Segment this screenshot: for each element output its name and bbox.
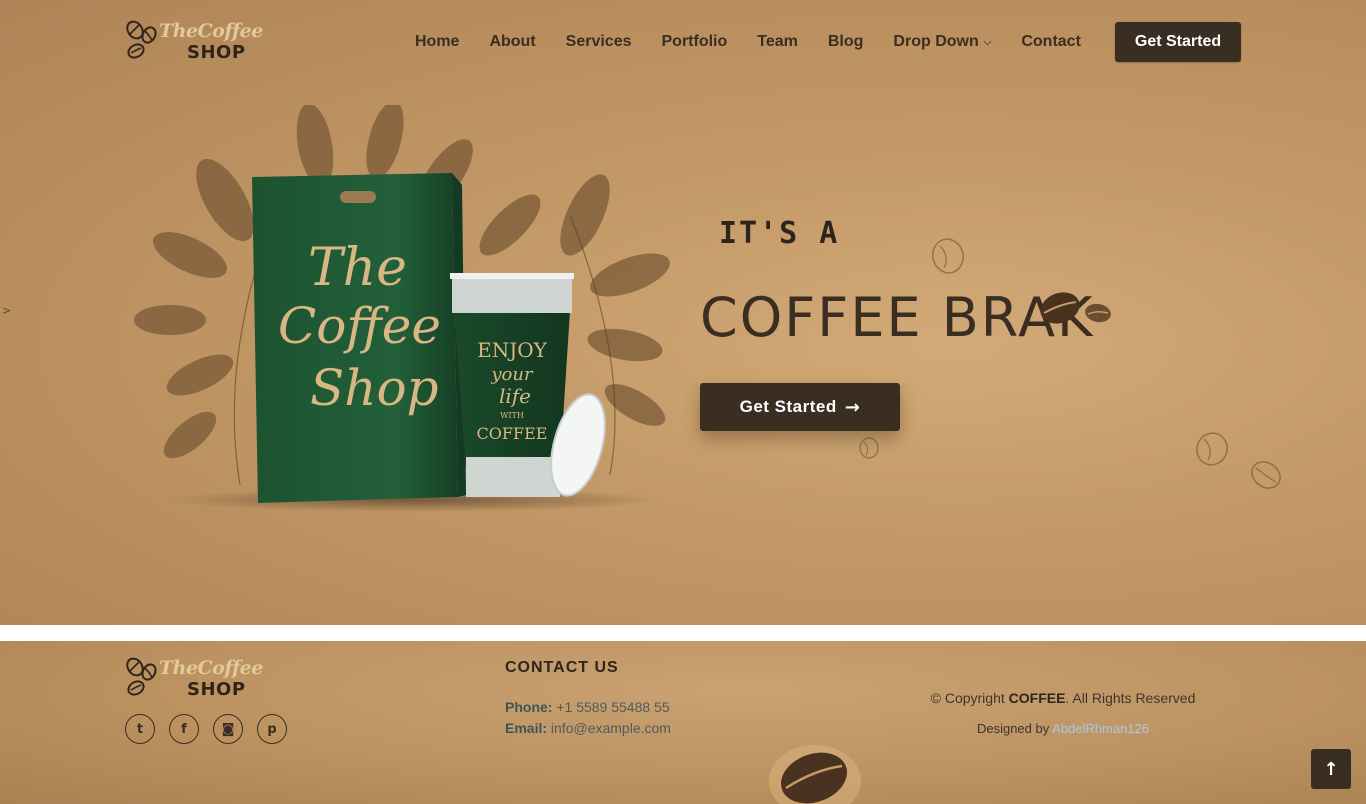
logo-text-top: TheCoffee [159, 20, 263, 42]
footer: TheCoffee SHOP t f ◙ p CONTACT US Phone:… [0, 641, 1366, 804]
main-nav: Home About Services Portfolio Team Blog … [415, 31, 1081, 53]
facebook-icon[interactable]: f [169, 714, 199, 744]
bag-text-shop: Shop [310, 359, 439, 417]
hero-cta-label: Get Started [739, 397, 837, 416]
cup-text-life: life [499, 384, 531, 408]
nav-portfolio[interactable]: Portfolio [662, 33, 728, 51]
logo-text-top: TheCoffee [159, 657, 263, 679]
copyright-prefix: © Copyright [930, 690, 1005, 706]
nav-home[interactable]: Home [415, 33, 459, 51]
bag-text-the: The [308, 238, 407, 298]
phone-value: +1 5589 55488 55 [556, 699, 670, 715]
coffee-bag-cup-illustration: The Coffee Shop ENJOY your life WITH COF… [134, 105, 670, 512]
hero-get-started-button[interactable]: Get Started → [700, 383, 900, 431]
copyright-suffix: . All Rights Reserved [1065, 690, 1196, 706]
nav-team[interactable]: Team [757, 33, 798, 51]
coffee-bean-icon [769, 745, 861, 804]
logo-text-bottom: SHOP [187, 42, 246, 63]
side-marker: > [2, 304, 12, 317]
cup-text-coffee: COFFEE [477, 424, 548, 443]
coffee-bean-icon [1040, 292, 1111, 324]
twitter-icon[interactable]: t [125, 714, 155, 744]
nav-about[interactable]: About [489, 33, 535, 51]
coffee-bean-outline-icon [859, 437, 879, 459]
designer-link[interactable]: AbdelRhman126 [1052, 721, 1149, 736]
hero-section: > TheCoffee SHOP Home About Services Por… [0, 0, 1366, 625]
arrow-right-icon: → [844, 396, 861, 418]
designed-prefix: Designed by [976, 721, 1050, 736]
phone-label: Phone: [505, 699, 553, 715]
nav-dropdown-label: Drop Down [893, 33, 979, 50]
coffee-beans-logo-icon [126, 20, 157, 59]
designed-by: Designed by AbdelRhman126 [930, 721, 1196, 736]
cup-text-with: WITH [500, 411, 524, 420]
scroll-to-top-button[interactable]: ↑ [1311, 749, 1351, 789]
coffee-bean-outline-icon [1196, 432, 1228, 466]
nav-services[interactable]: Services [566, 33, 632, 51]
nav-blog[interactable]: Blog [828, 33, 864, 51]
arrow-up-icon: ↑ [1323, 758, 1339, 780]
coffee-beans-logo-icon [126, 657, 157, 696]
header-get-started-button[interactable]: Get Started [1115, 22, 1241, 62]
social-links: t f ◙ p [125, 714, 301, 744]
coffee-bean-outline-icon [932, 238, 964, 274]
copyright: © Copyright COFFEE. All Rights Reserved [930, 690, 1196, 706]
nav-dropdown[interactable]: Drop Down ⌵ [893, 33, 991, 51]
contact-phone: Phone: +1 5589 55488 55 [505, 699, 670, 715]
header-logo[interactable]: TheCoffee SHOP [125, 20, 265, 70]
logo-text-bottom: SHOP [187, 679, 246, 700]
pinterest-icon[interactable]: p [257, 714, 287, 744]
chevron-down-icon: ⌵ [983, 36, 992, 48]
copyright-brand: COFFEE [1008, 690, 1066, 706]
cup-text-enjoy: ENJOY [477, 338, 548, 362]
nav-contact[interactable]: Contact [1021, 33, 1081, 51]
coffee-bean-outline-icon [1251, 461, 1281, 489]
email-label: Email: [505, 720, 548, 736]
cup-text-your: your [490, 364, 534, 385]
footer-logo[interactable]: TheCoffee SHOP [125, 657, 265, 707]
contact-email: Email: info@example.com [505, 720, 671, 736]
instagram-icon[interactable]: ◙ [213, 714, 243, 744]
bag-text-coffee: Coffee [278, 297, 441, 355]
email-value: info@example.com [550, 720, 671, 736]
hero-line1: IT'S A [719, 216, 840, 251]
contact-title: CONTACT US [505, 659, 619, 676]
